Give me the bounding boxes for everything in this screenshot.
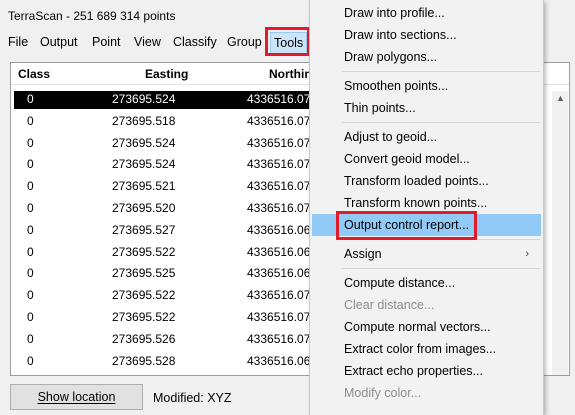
cell-class: 0	[27, 113, 34, 128]
cell-northing: 4336516.07	[247, 157, 311, 172]
highlight-box-output-control	[336, 211, 477, 240]
scroll-up-icon[interactable]: ▲	[556, 93, 565, 103]
cell-easting: 273695.525	[112, 266, 176, 281]
menu-separator	[342, 122, 540, 123]
cell-class: 0	[27, 157, 34, 172]
cell-northing: 4336516.06	[247, 222, 311, 237]
cell-easting: 273695.526	[112, 331, 176, 346]
menu-item-draw-profile[interactable]: Draw into profile...	[312, 2, 541, 24]
cell-class: 0	[27, 310, 34, 324]
menu-view[interactable]: View	[134, 31, 161, 53]
submenu-arrow-icon: ›	[525, 248, 529, 260]
menu-item-assign[interactable]: Assign ›	[312, 243, 541, 265]
cell-easting: 273695.518	[112, 113, 176, 128]
cell-northing: 4336516.07	[247, 135, 311, 150]
menu-separator	[342, 268, 540, 269]
header-easting[interactable]: Easting	[145, 67, 188, 81]
menu-item-draw-sections[interactable]: Draw into sections...	[312, 24, 541, 46]
cell-northing: 4336516.07	[247, 288, 311, 303]
menu-item-clear-distance[interactable]: Clear distance...	[312, 294, 541, 316]
cell-northing: 4336516.06	[247, 353, 311, 368]
cell-easting: 273695.522	[112, 310, 176, 324]
highlight-box-tools	[265, 27, 310, 56]
menu-classify[interactable]: Classify	[173, 31, 217, 53]
cell-class: 0	[27, 92, 34, 106]
cell-northing: 4336516.07	[247, 201, 311, 215]
cell-easting: 273695.521	[112, 179, 176, 194]
tools-dropdown-menu: Draw into profile... Draw into sections.…	[309, 0, 544, 415]
header-northing[interactable]: Northin	[269, 67, 312, 81]
cell-class: 0	[27, 201, 34, 215]
cell-northing: 4336516.06	[247, 266, 311, 281]
menu-item-compute-distance[interactable]: Compute distance...	[312, 272, 541, 294]
menu-item-extract-color[interactable]: Extract color from images...	[312, 338, 541, 360]
cell-easting: 273695.522	[112, 288, 176, 303]
cell-easting: 273695.526	[112, 374, 175, 375]
table-row[interactable]: 0 273695.524 4336516.07	[14, 91, 324, 109]
menu-group[interactable]: Group	[227, 31, 262, 53]
cell-class: 0	[27, 222, 34, 237]
show-location-label: Show location	[37, 390, 116, 404]
menu-item-compute-normal-vectors[interactable]: Compute normal vectors...	[312, 316, 541, 338]
header-class[interactable]: Class	[18, 67, 50, 81]
menu-point[interactable]: Point	[92, 31, 121, 53]
cell-class: 0	[27, 266, 34, 281]
cell-easting: 273695.520	[112, 201, 176, 215]
cell-easting: 273695.524	[112, 92, 176, 106]
cell-class: 0	[27, 244, 34, 259]
window-title: TerraScan - 251 689 314 points	[8, 9, 176, 23]
menu-item-extract-echo[interactable]: Extract echo properties...	[312, 360, 541, 382]
cell-class: 0	[27, 331, 34, 346]
cell-easting: 273695.524	[112, 157, 176, 172]
menu-separator	[342, 71, 540, 72]
cell-class: 0	[27, 353, 34, 368]
cell-easting: 273695.524	[112, 135, 176, 150]
vertical-scrollbar[interactable]: ▲	[552, 91, 568, 375]
modified-status: Modified: XYZ	[153, 391, 232, 405]
cell-class: 0	[27, 135, 34, 150]
cell-easting: 273695.527	[112, 222, 176, 237]
menu-item-draw-polygons[interactable]: Draw polygons...	[312, 46, 541, 68]
cell-class: 0	[27, 374, 34, 375]
cell-northing: 4336516.06	[247, 374, 310, 375]
show-location-button[interactable]: Show location	[10, 384, 143, 410]
menu-file[interactable]: File	[8, 31, 28, 53]
cell-northing: 4336516.07	[247, 331, 311, 346]
cell-class: 0	[27, 179, 34, 194]
menu-item-smoothen[interactable]: Smoothen points...	[312, 75, 541, 97]
assign-label: Assign	[344, 247, 382, 261]
cell-northing: 4336516.07	[247, 179, 311, 194]
menu-output[interactable]: Output	[40, 31, 78, 53]
menu-item-modify-color[interactable]: Modify color...	[312, 382, 541, 404]
cell-northing: 4336516.06	[247, 244, 311, 259]
cell-easting: 273695.522	[112, 244, 176, 259]
cell-northing: 4336516.07	[247, 92, 311, 106]
menu-item-adjust-geoid[interactable]: Adjust to geoid...	[312, 126, 541, 148]
menu-item-thin[interactable]: Thin points...	[312, 97, 541, 119]
cell-easting: 273695.528	[112, 353, 176, 368]
menu-item-transform-loaded[interactable]: Transform loaded points...	[312, 170, 541, 192]
cell-northing: 4336516.07	[247, 113, 311, 128]
cell-class: 0	[27, 288, 34, 303]
cell-northing: 4336516.07	[247, 310, 311, 324]
menu-item-convert-geoid[interactable]: Convert geoid model...	[312, 148, 541, 170]
